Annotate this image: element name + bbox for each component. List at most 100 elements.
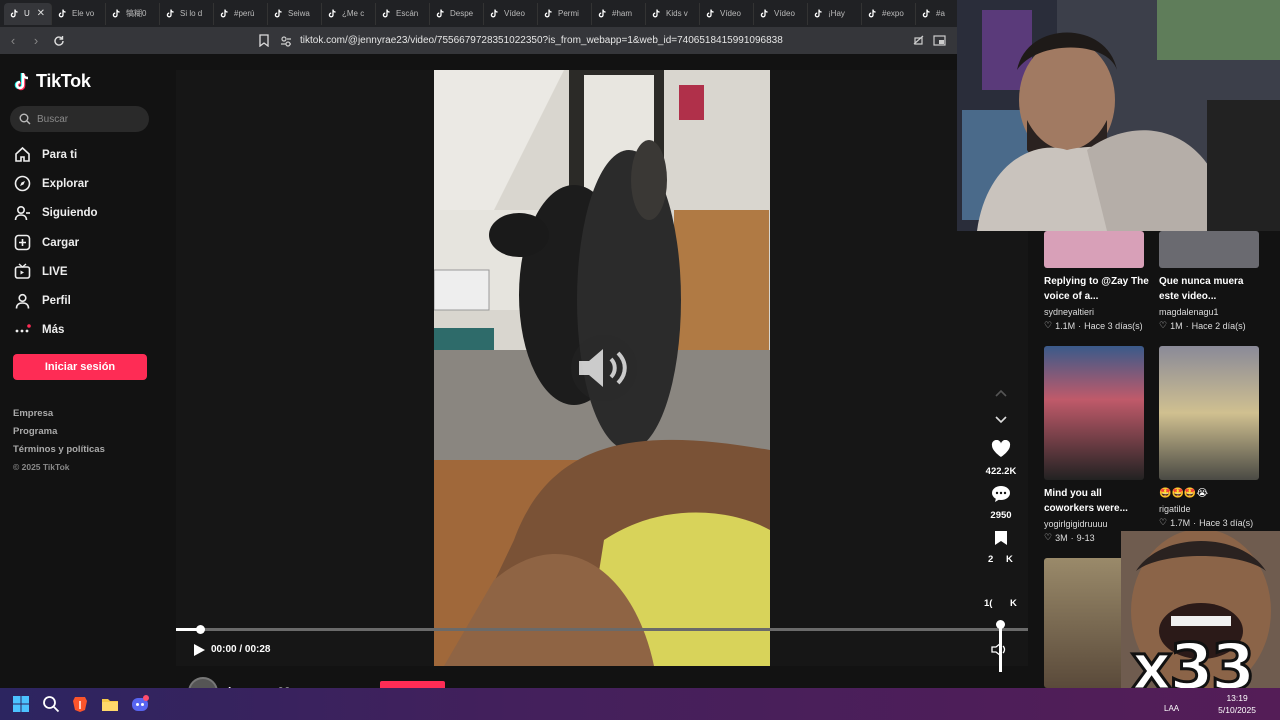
compass-icon bbox=[14, 176, 31, 192]
sidebar-item-para-ti[interactable]: Para ti bbox=[14, 140, 98, 169]
forward-button[interactable]: › bbox=[26, 31, 46, 51]
webcam-overlay bbox=[957, 0, 1280, 231]
browser-tab[interactable]: Permi bbox=[538, 2, 592, 25]
clock-time: 13:19 bbox=[1226, 693, 1248, 703]
browser-tab[interactable]: #ham bbox=[592, 2, 646, 25]
comment-icon[interactable] bbox=[991, 485, 1011, 503]
card-user[interactable]: yogirlgigidruuuu bbox=[1044, 519, 1108, 529]
progress-bar[interactable] bbox=[176, 625, 1028, 634]
brave-browser-icon[interactable] bbox=[71, 695, 89, 713]
progress-knob[interactable] bbox=[195, 625, 205, 634]
browser-tab[interactable]: Escán bbox=[376, 2, 430, 25]
login-button[interactable]: Iniciar sesión bbox=[13, 354, 147, 380]
tab-label: ¡Hay bbox=[828, 9, 845, 18]
sidebar-item-label: Perfil bbox=[42, 295, 71, 308]
meta-separator: · bbox=[1078, 320, 1082, 331]
browser-tab[interactable]: Despe bbox=[430, 2, 484, 25]
sidebar-item-mas[interactable]: Más bbox=[14, 316, 98, 345]
close-icon[interactable]: ✕ bbox=[37, 8, 45, 19]
browser-tab[interactable]: U ✕ bbox=[4, 2, 52, 25]
share-count-start: 1( bbox=[984, 598, 993, 609]
video-thumbnail[interactable] bbox=[1044, 346, 1144, 480]
tiktok-favicon-icon bbox=[760, 9, 768, 18]
card-title[interactable]: Que nunca muera este video... bbox=[1159, 274, 1264, 304]
file-explorer-icon[interactable] bbox=[101, 695, 119, 713]
card-likes: 1.7M bbox=[1170, 517, 1191, 528]
reaction-meme-overlay: x33 bbox=[1121, 531, 1280, 708]
tab-label: Despe bbox=[450, 9, 474, 18]
time-display: 00:00 / 00:28 bbox=[211, 644, 271, 655]
sidebar: TikTok Para ti Explorar Siguiendo Cargar bbox=[0, 54, 176, 688]
reload-button[interactable] bbox=[49, 31, 69, 51]
chevron-up-icon[interactable] bbox=[994, 388, 1008, 398]
search-box[interactable] bbox=[10, 106, 149, 132]
browser-tab[interactable]: Ele vo bbox=[52, 2, 106, 25]
tab-label: Si lo d bbox=[180, 9, 203, 18]
sidebar-item-live[interactable]: LIVE bbox=[14, 257, 98, 286]
tiktok-favicon-icon bbox=[490, 9, 498, 18]
heart-icon: ♡ bbox=[1044, 320, 1053, 330]
card-title[interactable]: Mind you all coworkers were... bbox=[1044, 486, 1149, 516]
sidebar-item-cargar[interactable]: Cargar bbox=[14, 228, 98, 257]
url-field[interactable]: tiktok.com/@jennyrae23/video/75566797283… bbox=[280, 32, 940, 49]
card-user[interactable]: magdalenagu1 bbox=[1159, 307, 1219, 317]
tiktok-favicon-icon bbox=[814, 9, 822, 18]
card-user[interactable]: rigatilde bbox=[1159, 504, 1191, 514]
video-player[interactable]: 00:00 / 00:28 bbox=[176, 70, 1028, 666]
footer-link-terminos[interactable]: Términos y políticas bbox=[13, 444, 105, 462]
video-thumbnail[interactable] bbox=[1044, 231, 1144, 268]
tiktok-favicon-icon bbox=[706, 9, 714, 18]
tiktok-logo[interactable]: TikTok bbox=[14, 71, 91, 92]
meta-separator: · bbox=[1193, 517, 1197, 528]
browser-tab[interactable]: 犒糊0 bbox=[106, 2, 160, 25]
card-user[interactable]: sydneyaltieri bbox=[1044, 307, 1094, 317]
no-tracking-icon[interactable] bbox=[912, 34, 925, 47]
browser-tab[interactable]: ¡Hay bbox=[808, 2, 862, 25]
video-thumbnail[interactable] bbox=[1159, 346, 1259, 480]
like-icon[interactable] bbox=[991, 440, 1011, 458]
picture-in-picture-icon[interactable] bbox=[933, 34, 946, 47]
browser-tab[interactable]: Vídeo bbox=[754, 2, 808, 25]
url-text: tiktok.com/@jennyrae23/video/75566797283… bbox=[300, 35, 783, 46]
tab-label: #a bbox=[936, 9, 945, 18]
browser-tab[interactable]: #perú bbox=[214, 2, 268, 25]
sidebar-item-perfil[interactable]: Perfil bbox=[14, 286, 98, 315]
browser-tab[interactable]: Si lo d bbox=[160, 2, 214, 25]
card-title[interactable]: Replying to @Zay The voice of a... bbox=[1044, 274, 1149, 304]
card-title[interactable]: 🤩🤩🤩😭 bbox=[1159, 486, 1264, 501]
taskbar-clock[interactable]: 13:19 5/10/2025 bbox=[1218, 692, 1256, 716]
sidebar-item-label: Cargar bbox=[42, 236, 80, 249]
tab-label: Kids v bbox=[666, 9, 688, 18]
bookmark-icon[interactable] bbox=[258, 34, 270, 47]
tiktok-favicon-icon bbox=[166, 9, 174, 18]
volume-knob[interactable] bbox=[996, 620, 1005, 629]
tiktok-favicon-icon bbox=[652, 9, 660, 18]
browser-tab[interactable]: Vídeo bbox=[484, 2, 538, 25]
windows-start-icon[interactable] bbox=[12, 695, 30, 713]
sidebar-item-explorar[interactable]: Explorar bbox=[14, 169, 98, 198]
browser-tab[interactable]: Seiwa bbox=[268, 2, 322, 25]
video-thumbnail[interactable] bbox=[1159, 231, 1259, 268]
card-meta: ♡ 3M · 9-13 bbox=[1044, 532, 1095, 543]
browser-tab[interactable]: Vídeo bbox=[700, 2, 754, 25]
search-icon[interactable] bbox=[42, 695, 60, 713]
search-input[interactable] bbox=[37, 113, 137, 125]
sidebar-item-siguiendo[interactable]: Siguiendo bbox=[14, 199, 98, 228]
footer-link-empresa[interactable]: Empresa bbox=[13, 408, 105, 426]
save-icon[interactable] bbox=[994, 530, 1008, 546]
input-language[interactable]: LAA bbox=[1164, 704, 1179, 713]
browser-tab[interactable]: ¿Me c bbox=[322, 2, 376, 25]
card-meta: ♡ 1.7M · Hace 3 día(s) bbox=[1159, 517, 1253, 528]
back-button[interactable]: ‹ bbox=[3, 31, 23, 51]
tiktok-favicon-icon bbox=[544, 9, 552, 18]
play-icon[interactable] bbox=[192, 643, 206, 657]
browser-tab[interactable]: Kids v bbox=[646, 2, 700, 25]
mute-overlay[interactable] bbox=[571, 335, 637, 401]
volume-slider[interactable] bbox=[999, 624, 1002, 672]
card-likes: 3M bbox=[1055, 532, 1068, 543]
discord-icon[interactable] bbox=[131, 695, 149, 713]
tab-label: #perú bbox=[234, 9, 255, 18]
browser-tab[interactable]: #expo bbox=[862, 2, 916, 25]
chevron-down-icon[interactable] bbox=[994, 415, 1008, 425]
footer-link-programa[interactable]: Programa bbox=[13, 426, 105, 444]
